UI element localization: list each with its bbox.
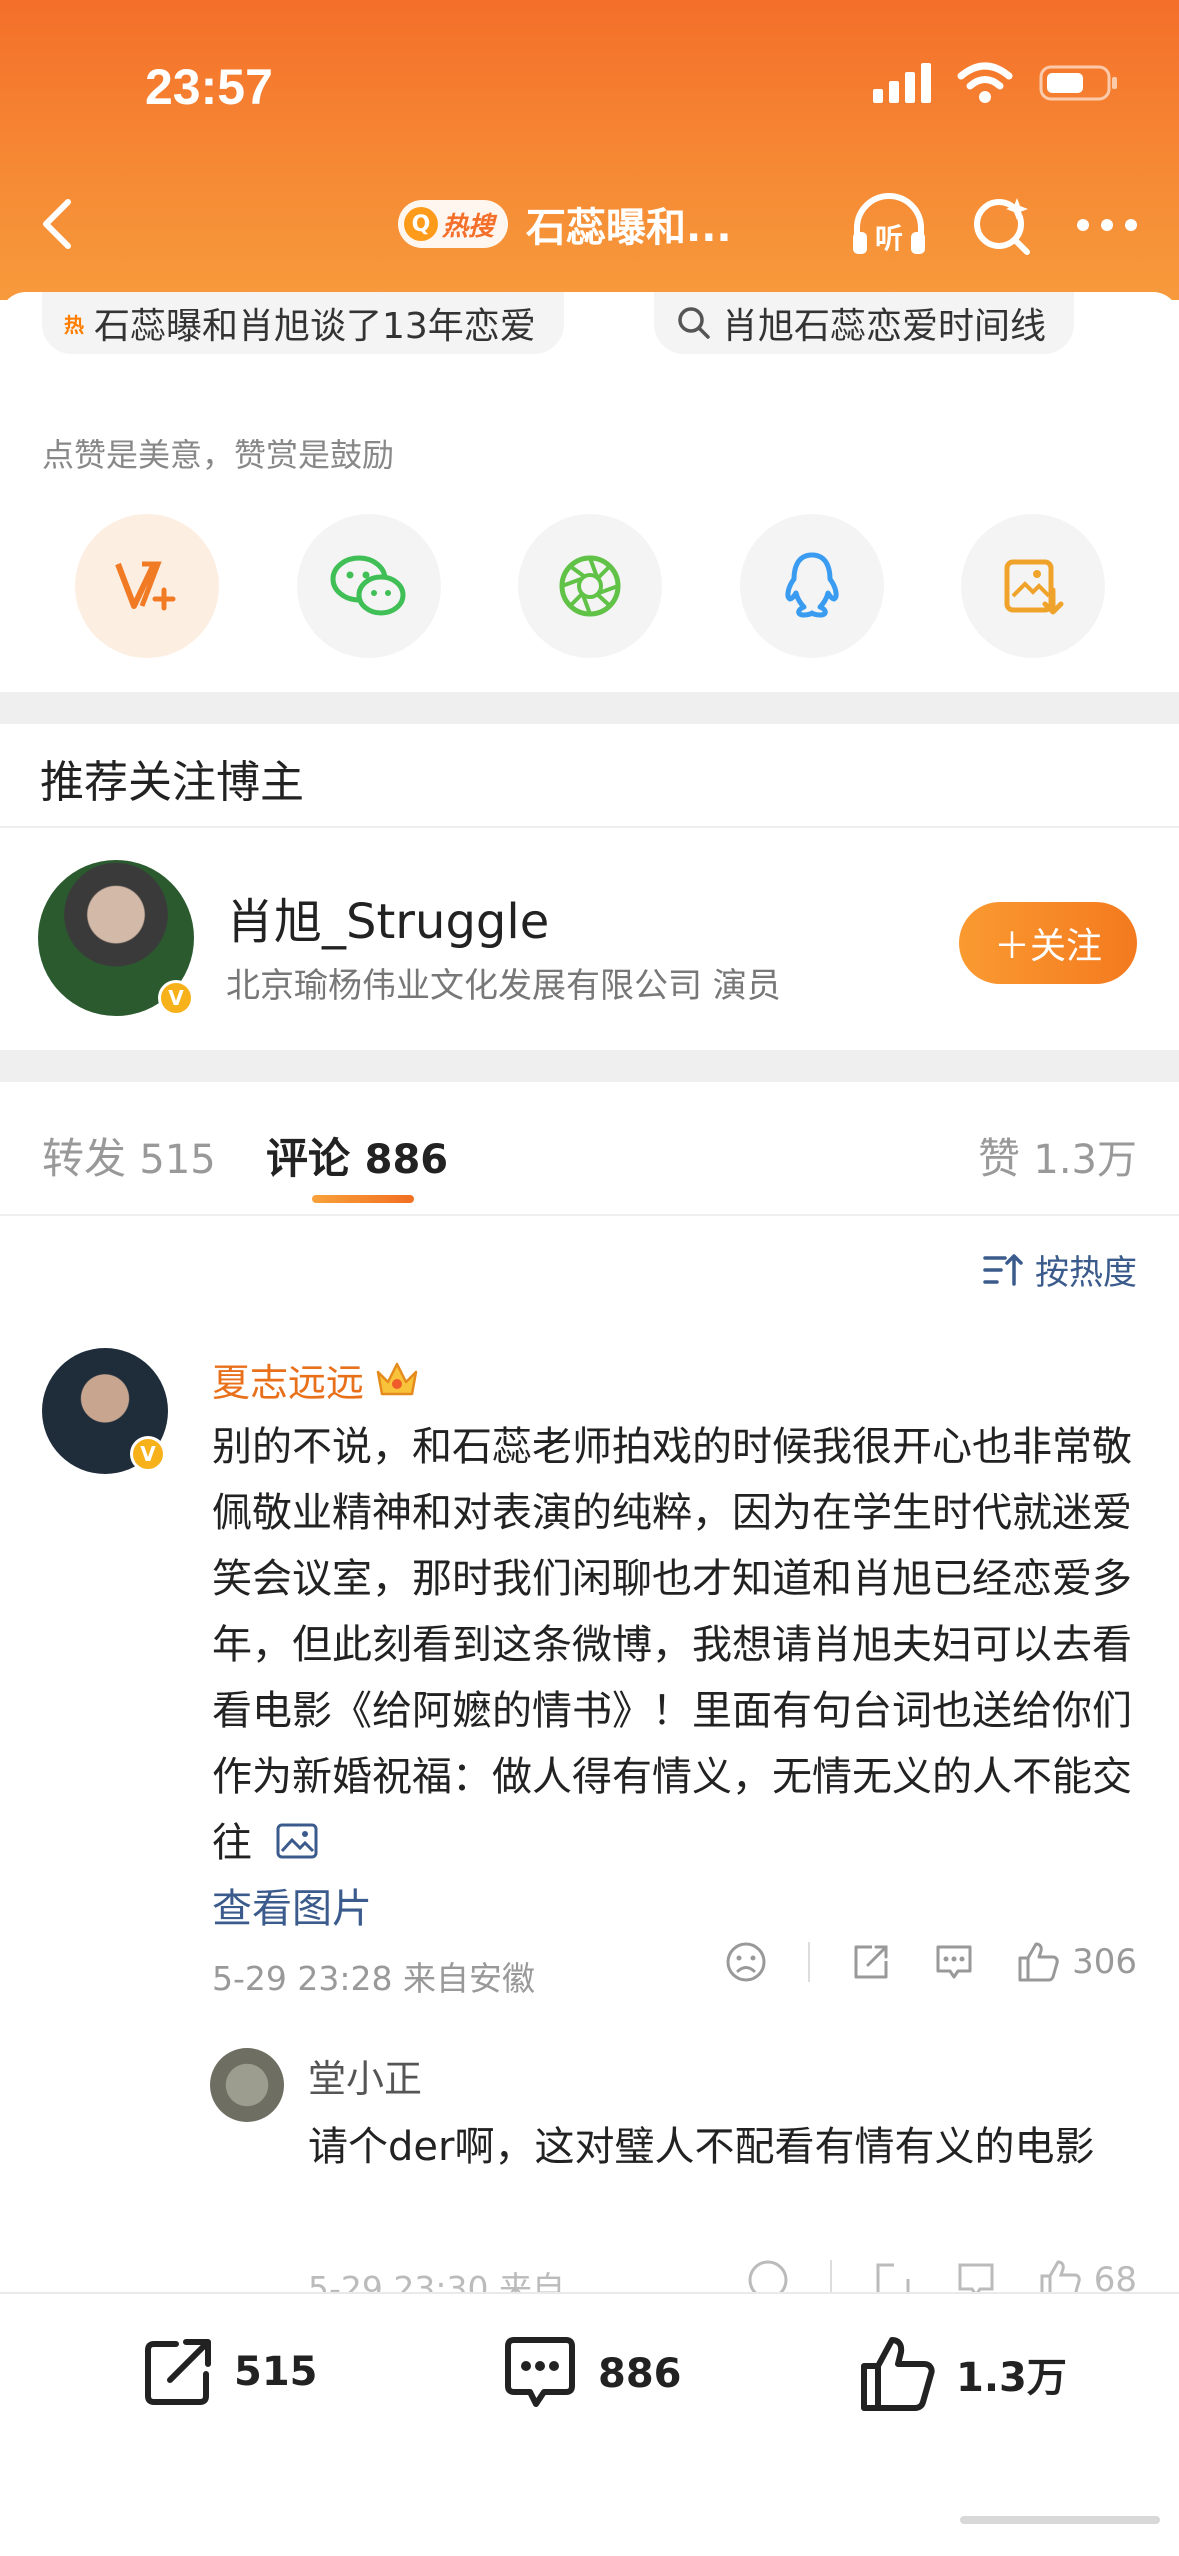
reward-hint: 点赞是美意，赞赏是鼓励 <box>42 436 395 474</box>
wechat-share-button[interactable] <box>296 514 441 658</box>
blogger-description: 北京瑜杨伟业文化发展有限公司 演员 <box>226 966 781 1006</box>
verified-badge-icon: V <box>130 1436 166 1472</box>
bottom-like-button[interactable]: 1.3万 <box>858 2334 1067 2414</box>
comment-count: 886 <box>598 2351 682 2397</box>
recommended-blogger[interactable]: V 肖旭_Struggle 北京瑜杨伟业文化发展有限公司 演员 ＋关注 <box>0 828 1179 1050</box>
related-search-label: 石蕊曝和肖旭谈了13年恋爱 <box>94 306 536 347</box>
nav-bar: Q 热搜 石蕊曝和... 听 <box>0 180 1179 270</box>
sort-button[interactable]: 按热度 <box>983 1245 1137 1294</box>
share-icon[interactable] <box>850 1941 892 1983</box>
related-search-chip-2[interactable]: 肖旭石蕊恋爱时间线 <box>654 292 1075 354</box>
weibo-post-detail: 23:57 Q 热搜 石蕊曝和... 听 热 石蕊曝和肖旭谈了13年恋爱 肖旭石… <box>0 0 1179 2556</box>
share-card: 热 石蕊曝和肖旭谈了13年恋爱 肖旭石蕊恋爱时间线 点赞是美意，赞赏是鼓励 <box>0 292 1179 692</box>
comment-actions: 306 <box>724 1940 1137 1984</box>
sort-icon <box>983 1253 1023 1286</box>
tab-active-indicator <box>312 1195 414 1203</box>
tab-like[interactable]: 赞 1.3万 <box>978 1125 1137 1186</box>
back-icon[interactable] <box>30 194 90 254</box>
vplus-share-button[interactable] <box>75 514 219 658</box>
repost-icon <box>145 2339 211 2405</box>
tab-repost-label: 转发 <box>42 1134 127 1183</box>
comment-text: 别的不说，和石蕊老师拍戏的时候我很开心也非常敬佩敬业精神和对表演的纯粹，因为在学… <box>212 1414 1142 1942</box>
nav-title: 石蕊曝和... <box>526 205 732 251</box>
related-search-label: 肖旭石蕊恋爱时间线 <box>722 306 1047 347</box>
thumbs-up-icon <box>861 2337 935 2411</box>
hot-mark-icon: 热 <box>64 312 84 337</box>
like-button[interactable]: 306 <box>1016 1940 1137 1984</box>
hot-search-label: 热搜 <box>442 211 495 242</box>
like-count: 1.3万 <box>956 2355 1067 2401</box>
listen-icon[interactable]: 听 <box>849 192 929 258</box>
crown-icon <box>376 1362 418 1395</box>
hot-search-badge: Q 热搜 <box>398 200 509 248</box>
comment-body: 别的不说，和石蕊老师拍戏的时候我很开心也非常敬佩敬业精神和对表演的纯粹，因为在学… <box>212 1424 1132 1866</box>
search-icon <box>678 307 710 339</box>
search-icon: Q <box>404 207 438 241</box>
image-icon[interactable] <box>275 1822 319 1860</box>
listen-label: 听 <box>875 222 903 255</box>
reply-text: 请个der啊，这对璧人不配看有情有义的电影 <box>308 2124 1095 2170</box>
avatar[interactable] <box>210 2048 284 2122</box>
thumbs-up-icon <box>1018 1942 1059 1982</box>
section-divider <box>0 692 1179 724</box>
bottom-repost-button[interactable]: 515 <box>140 2334 318 2410</box>
related-search-chip-1[interactable]: 热 石蕊曝和肖旭谈了13年恋爱 <box>42 292 564 354</box>
tab-comment[interactable]: 评论 886 <box>266 1125 448 1186</box>
interaction-tabs: 转发 515 评论 886 赞 1.3万 <box>0 1085 1179 1215</box>
comment-icon[interactable] <box>932 1941 976 1983</box>
blogger-name[interactable]: 肖旭_Struggle <box>226 882 549 952</box>
home-indicator-icon <box>960 2516 1160 2524</box>
qq-share-button[interactable] <box>739 514 884 658</box>
more-icon[interactable] <box>1075 215 1139 235</box>
tab-repost[interactable]: 转发 515 <box>42 1125 216 1186</box>
follow-button[interactable]: ＋关注 <box>959 902 1137 984</box>
save-image-icon <box>1004 559 1064 615</box>
nav-center[interactable]: Q 热搜 石蕊曝和... <box>398 195 732 253</box>
wifi-icon <box>957 62 1013 103</box>
separator <box>808 1942 811 1982</box>
recommend-title: 推荐关注博主 <box>40 757 304 808</box>
signal-icon <box>873 63 931 103</box>
top-header: 23:57 Q 热搜 石蕊曝和... 听 <box>0 0 1179 300</box>
sort-label: 按热度 <box>1035 1253 1137 1293</box>
search-spark-icon[interactable] <box>971 194 1033 256</box>
moments-icon <box>559 555 621 617</box>
share-row <box>75 514 1105 658</box>
like-count: 306 <box>1072 1942 1137 1982</box>
save-image-share-button[interactable] <box>961 514 1105 658</box>
moments-share-button[interactable] <box>518 514 662 658</box>
tab-like-count: 1.3万 <box>1033 1137 1137 1183</box>
repost-count: 515 <box>234 2349 318 2395</box>
tab-repost-count: 515 <box>139 1137 216 1183</box>
replier-name[interactable]: 堂小正 <box>308 2048 422 2103</box>
commenter-name-text: 夏志远远 <box>212 1361 365 1405</box>
tab-comment-count: 886 <box>364 1137 449 1183</box>
wechat-icon <box>330 555 405 616</box>
nav-right-actions: 听 <box>849 192 1139 258</box>
battery-icon <box>1039 65 1117 101</box>
separator-line <box>0 1214 1179 1216</box>
verified-badge-icon: V <box>158 980 194 1016</box>
comment-meta: 5-29 23:28 来自安徽 <box>212 1959 535 1998</box>
comment-icon <box>505 2337 575 2407</box>
view-image-link[interactable]: 查看图片 <box>212 1876 1142 1942</box>
commenter-name[interactable]: 夏志远远 <box>212 1352 420 1407</box>
status-time: 23:57 <box>145 59 273 115</box>
dislike-face-icon[interactable] <box>724 1940 768 1984</box>
bottom-comment-button[interactable]: 886 <box>500 2334 682 2414</box>
section-divider <box>0 1050 1179 1082</box>
qq-icon <box>784 552 839 618</box>
vplus-icon <box>115 561 176 611</box>
status-icons <box>873 62 1119 104</box>
tab-comment-label: 评论 <box>266 1134 351 1183</box>
tab-like-label: 赞 <box>978 1134 1021 1183</box>
